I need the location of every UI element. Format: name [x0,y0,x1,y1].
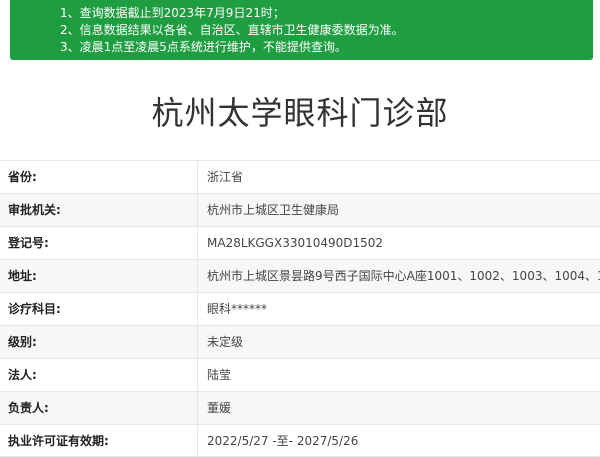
table-row-registration-number: 登记号: MA28LKGGX33010490D1502 [0,226,600,259]
column-divider [197,326,198,358]
row-label: 级别: [8,335,37,349]
row-label: 登记号: [8,236,49,250]
column-divider [197,425,198,457]
row-value: 董媛 [207,401,232,415]
table-row-province: 省份: 浙江省 [0,160,600,193]
row-label: 审批机关: [8,203,61,217]
row-label: 诊疗科目: [8,302,61,316]
table-row-license-validity: 执业许可证有效期: 2022/5/27 -至- 2027/5/26 [0,424,600,457]
column-divider [197,227,198,259]
row-value: 2022/5/27 -至- 2027/5/26 [207,434,359,448]
row-value: 浙江省 [207,170,244,184]
row-label: 执业许可证有效期: [8,434,109,448]
row-value: 杭州市上城区卫生健康局 [207,203,340,217]
row-value: 眼科****** [207,302,268,316]
table-row-approval-authority: 审批机关: 杭州市上城区卫生健康局 [0,193,600,226]
column-divider [197,392,198,424]
column-divider [197,359,198,391]
table-row-level: 级别: 未定级 [0,325,600,358]
row-label: 地址: [8,269,37,283]
table-row-legal-person: 法人: 陆莹 [0,358,600,391]
notice-banner: 1、查询数据截止到2023年7月9日21时； 2、信息数据结果以各省、自治区、直… [10,0,593,60]
column-divider [197,161,198,193]
row-value: 陆莹 [207,368,232,382]
table-row-address: 地址: 杭州市上城区景昙路9号西子国际中心A座1001、1002、1003、10… [0,259,600,292]
row-label: 省份: [8,170,37,184]
notice-line-2: 2、信息数据结果以各省、自治区、直辖市卫生健康委数据为准。 [60,23,404,37]
table-row-departments: 诊疗科目: 眼科****** [0,292,600,325]
notice-line-1: 1、查询数据截止到2023年7月9日21时； [60,6,285,20]
column-divider [197,260,198,292]
column-divider [197,194,198,226]
row-value: MA28LKGGX33010490D1502 [207,236,384,250]
info-table: 省份: 浙江省 审批机关: 杭州市上城区卫生健康局 登记号: MA28LKGGX… [0,160,600,457]
row-label: 法人: [8,368,37,382]
column-divider [197,293,198,325]
page-title: 杭州太学眼科门诊部 [151,94,449,132]
row-value: 未定级 [207,335,244,349]
row-label: 负责人: [8,401,49,415]
notice-line-3: 3、凌晨1点至凌晨5点系统进行维护，不能提供查询。 [60,40,347,54]
row-value: 杭州市上城区景昙路9号西子国际中心A座1001、1002、1003、1004、1… [207,269,600,283]
table-row-person-in-charge: 负责人: 董媛 [0,391,600,424]
